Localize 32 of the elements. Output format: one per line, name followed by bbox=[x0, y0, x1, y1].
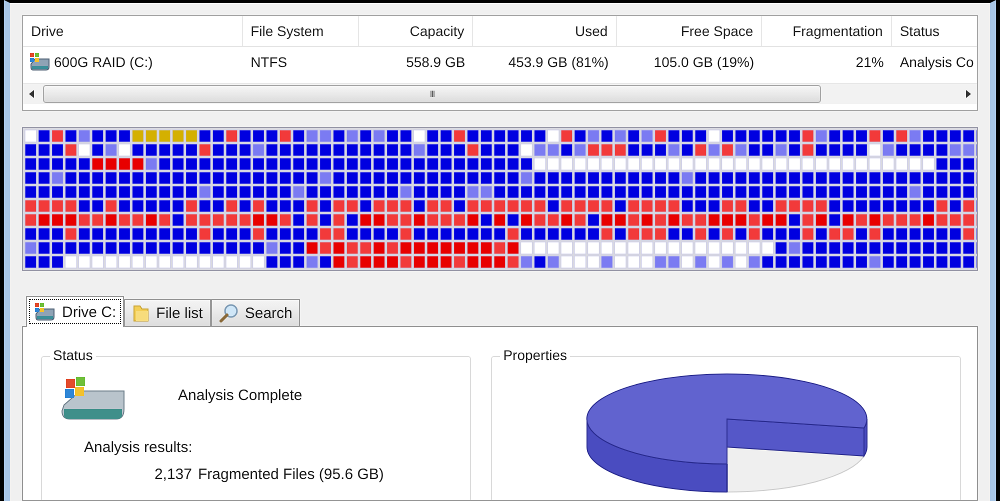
table-cell-text: 21% bbox=[854, 54, 885, 70]
table-cell: 600G RAID (C:) bbox=[54, 54, 153, 70]
tab[interactable]: File list bbox=[124, 299, 211, 326]
grip-text: III bbox=[430, 89, 434, 99]
scroll-right-icon bbox=[963, 89, 973, 99]
table-cell-text: NTFS bbox=[250, 54, 288, 70]
column-header[interactable]: File System bbox=[242, 16, 360, 46]
column-header[interactable]: Drive bbox=[23, 16, 243, 46]
column-header[interactable]: Free Space bbox=[616, 16, 762, 46]
group-title: Properties bbox=[500, 347, 570, 363]
table-cell-text: 453.9 GB (81%) bbox=[507, 54, 610, 70]
result-label: Fragmented Files (95.6 GB) bbox=[198, 466, 384, 483]
column-header[interactable]: Status bbox=[892, 16, 978, 46]
scroll-left-icon bbox=[27, 89, 37, 99]
status-message: Analysis Complete bbox=[178, 387, 302, 404]
tab[interactable]: Search bbox=[210, 299, 300, 326]
table-cell-text: 558.9 GB bbox=[405, 54, 466, 70]
column-header[interactable]: Fragmentation bbox=[762, 16, 892, 46]
column-header[interactable]: Used bbox=[473, 16, 617, 46]
table-cell-text: 105.0 GB (19%) bbox=[652, 54, 756, 70]
tab[interactable]: Drive C: bbox=[26, 296, 124, 327]
group-title: Status bbox=[50, 347, 96, 363]
search-icon bbox=[218, 303, 239, 323]
results-heading: Analysis results: bbox=[84, 439, 194, 456]
drive-icon bbox=[29, 52, 51, 72]
scrollbar-thumb[interactable]: III bbox=[43, 85, 821, 103]
folder-icon bbox=[132, 303, 150, 323]
drive-icon bbox=[34, 302, 56, 322]
result-count: 2,137 bbox=[153, 466, 192, 483]
horizontal-scrollbar[interactable]: III bbox=[23, 83, 977, 104]
table-cell-text: Analysis Co bbox=[898, 54, 975, 70]
column-header[interactable]: Capacity bbox=[359, 16, 474, 46]
